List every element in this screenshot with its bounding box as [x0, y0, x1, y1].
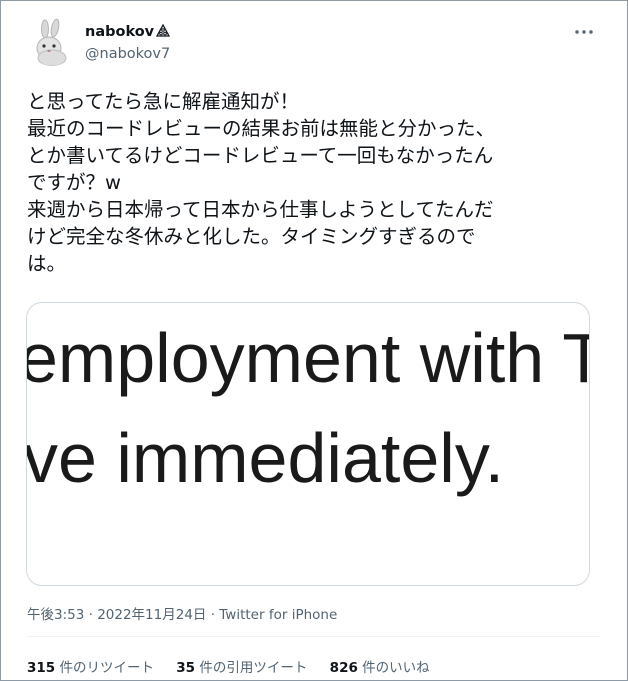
- user-handle[interactable]: @nabokov7: [85, 45, 170, 63]
- tweet-line: と思ってたら急に解雇通知が！: [27, 90, 300, 113]
- retweets-count: 315: [27, 660, 56, 676]
- tweet-line: とか書いてるけどコードレビューて一回もなかったん: [27, 144, 494, 167]
- tweet-metadata: 午後3:53 · 2022年11月24日 · Twitter for iPhon…: [27, 603, 337, 623]
- tweet-line: 最近のコードレビューの結果お前は無能と分かった、: [27, 117, 496, 140]
- rabbit-avatar-icon: [36, 18, 67, 66]
- tweet-line: は。: [27, 252, 67, 275]
- display-name-row[interactable]: nabokov: [85, 23, 171, 42]
- display-name[interactable]: nabokov: [85, 24, 154, 40]
- retweets-label: 件のリツイート: [55, 660, 154, 676]
- retweets-stat[interactable]: 315 件のリツイート: [27, 656, 154, 676]
- image-text-line-2: ve immediately.: [26, 419, 505, 497]
- tweet-time-link[interactable]: 午後3:53: [27, 607, 84, 623]
- meta-separator: ·: [206, 607, 220, 623]
- likes-label: 件のいいね: [357, 660, 430, 676]
- divider: [27, 636, 601, 637]
- tweet-line: ですが？w: [27, 171, 121, 194]
- tweet-source-link[interactable]: Twitter for iPhone: [219, 607, 337, 623]
- more-options-icon[interactable]: [572, 24, 596, 38]
- engagement-stats: 315 件のリツイート 35 件の引用ツイート 826 件のいいね: [27, 656, 448, 676]
- triangle-lock-icon: [156, 23, 171, 42]
- quotes-count: 35: [176, 660, 196, 676]
- image-text-line-1: employment with T: [26, 319, 590, 397]
- avatar[interactable]: [28, 18, 76, 66]
- meta-separator: ·: [84, 607, 98, 623]
- user-names: nabokov @nabokov7: [85, 23, 171, 63]
- tweet-line: 来週から日本帰って日本から仕事しようとしてたんだ: [27, 198, 494, 221]
- tweet-date-link[interactable]: 2022年11月24日: [97, 607, 206, 623]
- attached-image[interactable]: employment with T ve immediately.: [26, 302, 590, 586]
- quotes-stat[interactable]: 35 件の引用ツイート: [176, 656, 307, 676]
- likes-stat[interactable]: 826 件のいいね: [330, 656, 430, 676]
- tweet-header: nabokov @nabokov7: [28, 18, 598, 68]
- likes-count: 826: [329, 660, 358, 676]
- tweet-line: けど完全な冬休みと化した。タイミングすぎるので: [27, 225, 476, 248]
- tweet-text: と思ってたら急に解雇通知が！ 最近のコードレビューの結果お前は無能と分かった、 …: [27, 88, 602, 277]
- quotes-label: 件の引用ツイート: [195, 660, 308, 676]
